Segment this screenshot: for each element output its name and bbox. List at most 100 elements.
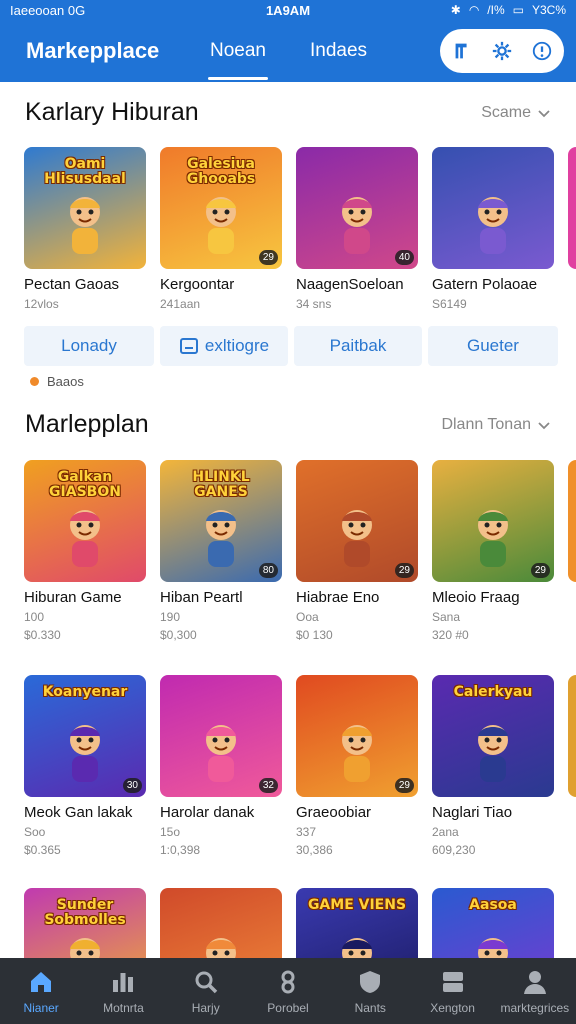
chip-3[interactable]: Paitbak bbox=[294, 326, 422, 366]
store-icon bbox=[455, 43, 467, 59]
sort-dropdown-1[interactable]: Scame bbox=[481, 104, 551, 122]
game-name: Hiban Peartl bbox=[160, 589, 243, 606]
wifi-icon: ◠ bbox=[468, 3, 480, 17]
bluetooth-icon: ✱ bbox=[450, 3, 461, 17]
game-thumbnail: Galesiua Ghooabs 29 bbox=[160, 147, 282, 269]
game-subtitle: 100 bbox=[24, 610, 45, 624]
nav-label-storage: Xengton bbox=[430, 1000, 475, 1015]
filter-chips: Lonady exltiogre Paitbak Gueter bbox=[24, 326, 558, 366]
peek-card[interactable] bbox=[568, 675, 576, 797]
game-subtitle: 12vlos bbox=[24, 297, 59, 311]
section-title-1: Karlary Hiburan bbox=[25, 98, 199, 126]
nav-item-profile[interactable]: marktegrices bbox=[494, 958, 576, 1024]
sort-label-1: Scame bbox=[481, 103, 531, 121]
game-price: $0.365 bbox=[24, 843, 61, 857]
chip-label-1: Lonady bbox=[61, 336, 117, 355]
nav-label-home: Nianer bbox=[23, 1000, 59, 1015]
game-card[interactable]: 29 Mleoio Fraag Sana 320 #0 bbox=[432, 460, 554, 642]
peek-card[interactable] bbox=[568, 460, 576, 582]
tab-primary[interactable]: Noean bbox=[208, 20, 268, 82]
rating-badge: 29 bbox=[394, 563, 414, 578]
game-name: NaagenSoeloan bbox=[296, 276, 404, 293]
game-card[interactable]: HLINKL GANES 80 Hiban Peartl 190 $0,300 bbox=[160, 460, 282, 642]
character-illustration bbox=[70, 197, 100, 254]
game-card[interactable]: 32 Harolar danak 15o 1:0,398 bbox=[160, 675, 282, 857]
game-price: $0 130 bbox=[296, 628, 333, 642]
rating-badge: 32 bbox=[258, 778, 278, 793]
sort-label-2: Dlann Tonan bbox=[441, 415, 531, 433]
game-thumbnail bbox=[432, 147, 554, 269]
character-illustration bbox=[342, 510, 372, 567]
game-thumbnail: 32 bbox=[160, 675, 282, 797]
nav-item-storage[interactable]: Xengton bbox=[411, 958, 493, 1024]
status-bar: Iaeeooan 0G 1A9AM ✱ ◠ /I% ▭ Y3C% bbox=[0, 0, 576, 20]
nav-item-shield[interactable]: Nants bbox=[329, 958, 411, 1024]
game-thumbnail: 29 bbox=[296, 675, 418, 797]
nav-label-shield: Nants bbox=[354, 1000, 386, 1015]
sort-dropdown-2[interactable]: Dlann Tonan bbox=[441, 416, 551, 434]
nav-item-search[interactable]: Harjy bbox=[165, 958, 247, 1024]
game-price: $0,300 bbox=[160, 628, 197, 642]
app-title: Markepplace bbox=[26, 38, 160, 63]
chip-1[interactable]: Lonady bbox=[24, 326, 154, 366]
status-icons: ✱ ◠ /I% ▭ Y3C% bbox=[451, 3, 566, 17]
store-button[interactable] bbox=[444, 33, 480, 69]
game-card[interactable]: Gatern Polaoae S6149 bbox=[432, 147, 554, 311]
nav-item-link[interactable]: Porobel bbox=[247, 958, 329, 1024]
game-card[interactable]: Galkan GIASBON Hiburan Game 100 $0.330 bbox=[24, 460, 146, 642]
character-illustration bbox=[478, 725, 508, 782]
game-card[interactable]: 29 Hiabrae Eno Ooa $0 130 bbox=[296, 460, 418, 642]
game-price: 320 #0 bbox=[432, 628, 469, 642]
game-card[interactable]: Calerkyau Naglari Tiao 2ana 609,230 bbox=[432, 675, 554, 857]
game-card[interactable]: Oami Hlisusdaal Pectan Gaoas 12vlos bbox=[24, 147, 146, 311]
game-price: 609,230 bbox=[432, 843, 476, 857]
thumbnail-title: Galesiua Ghooabs bbox=[186, 156, 256, 187]
help-button[interactable] bbox=[524, 33, 560, 69]
thumbnail-title: GAME VIENS bbox=[307, 897, 407, 913]
game-name: Hiburan Game bbox=[24, 589, 122, 606]
storage-icon bbox=[442, 971, 463, 992]
game-name: Harolar danak bbox=[160, 804, 255, 821]
section2-row1: Galkan GIASBON Hiburan Game 100 $0.330 HLINK… bbox=[24, 460, 554, 642]
nav-item-home[interactable]: Nianer bbox=[0, 958, 82, 1024]
tab-secondary[interactable]: Indaes bbox=[310, 20, 367, 82]
tag-icon bbox=[179, 338, 198, 354]
game-name: Gatern Polaoae bbox=[432, 276, 538, 293]
game-name: Mleoio Fraag bbox=[432, 589, 520, 606]
section2-row2: Koanyenar 30 Meok Gan lakak Soo $0.365 32 Haro… bbox=[24, 675, 554, 857]
game-card[interactable]: 29 Graeoobiar 337 30,386 bbox=[296, 675, 418, 857]
chip-label-2: exltiogre bbox=[204, 336, 270, 355]
game-card[interactable]: Galesiua Ghooabs 29 Kergoontar 241aan bbox=[160, 147, 282, 311]
thumbnail-title: Sunder Sobmolles bbox=[44, 897, 126, 928]
section1-row: Oami Hlisusdaal Pectan Gaoas 12vlos Galesiu… bbox=[24, 147, 554, 311]
signal-text: /I% bbox=[487, 3, 505, 17]
character-illustration bbox=[206, 510, 236, 567]
section-header-1: Karlary Hiburan Scame bbox=[25, 98, 551, 127]
chip-2[interactable]: exltiogre bbox=[160, 326, 288, 366]
header-actions bbox=[440, 29, 564, 73]
game-thumbnail: Calerkyau bbox=[432, 675, 554, 797]
peek-card[interactable] bbox=[568, 147, 576, 269]
gear-icon bbox=[492, 41, 512, 61]
game-price: 1:0,398 bbox=[160, 843, 201, 857]
character-illustration bbox=[206, 725, 236, 782]
status-dot bbox=[30, 377, 39, 386]
character-illustration bbox=[478, 197, 508, 254]
settings-button[interactable] bbox=[484, 33, 520, 69]
game-card[interactable]: Koanyenar 30 Meok Gan lakak Soo $0.365 bbox=[24, 675, 146, 857]
character-illustration bbox=[70, 725, 100, 782]
game-name: Graeoobiar bbox=[296, 804, 372, 821]
thumbnail-title: Aasoa bbox=[469, 897, 517, 913]
character-illustration bbox=[206, 197, 236, 254]
header-tabs: Noean Indaes bbox=[208, 20, 367, 82]
game-name: Hiabrae Eno bbox=[296, 589, 380, 606]
nav-label-stats: Motnrta bbox=[103, 1000, 144, 1015]
nav-item-stats[interactable]: Motnrta bbox=[82, 958, 164, 1024]
game-subtitle: S6149 bbox=[432, 297, 467, 311]
home-icon bbox=[31, 971, 52, 992]
nav-label-link: Porobel bbox=[267, 1000, 309, 1015]
section-header-2: Marlepplan Dlann Tonan bbox=[25, 410, 551, 439]
game-card[interactable]: 40 NaagenSoeloan 34 sns bbox=[296, 147, 418, 311]
game-thumbnail: Galkan GIASBON bbox=[24, 460, 146, 582]
chip-4[interactable]: Gueter bbox=[428, 326, 558, 366]
